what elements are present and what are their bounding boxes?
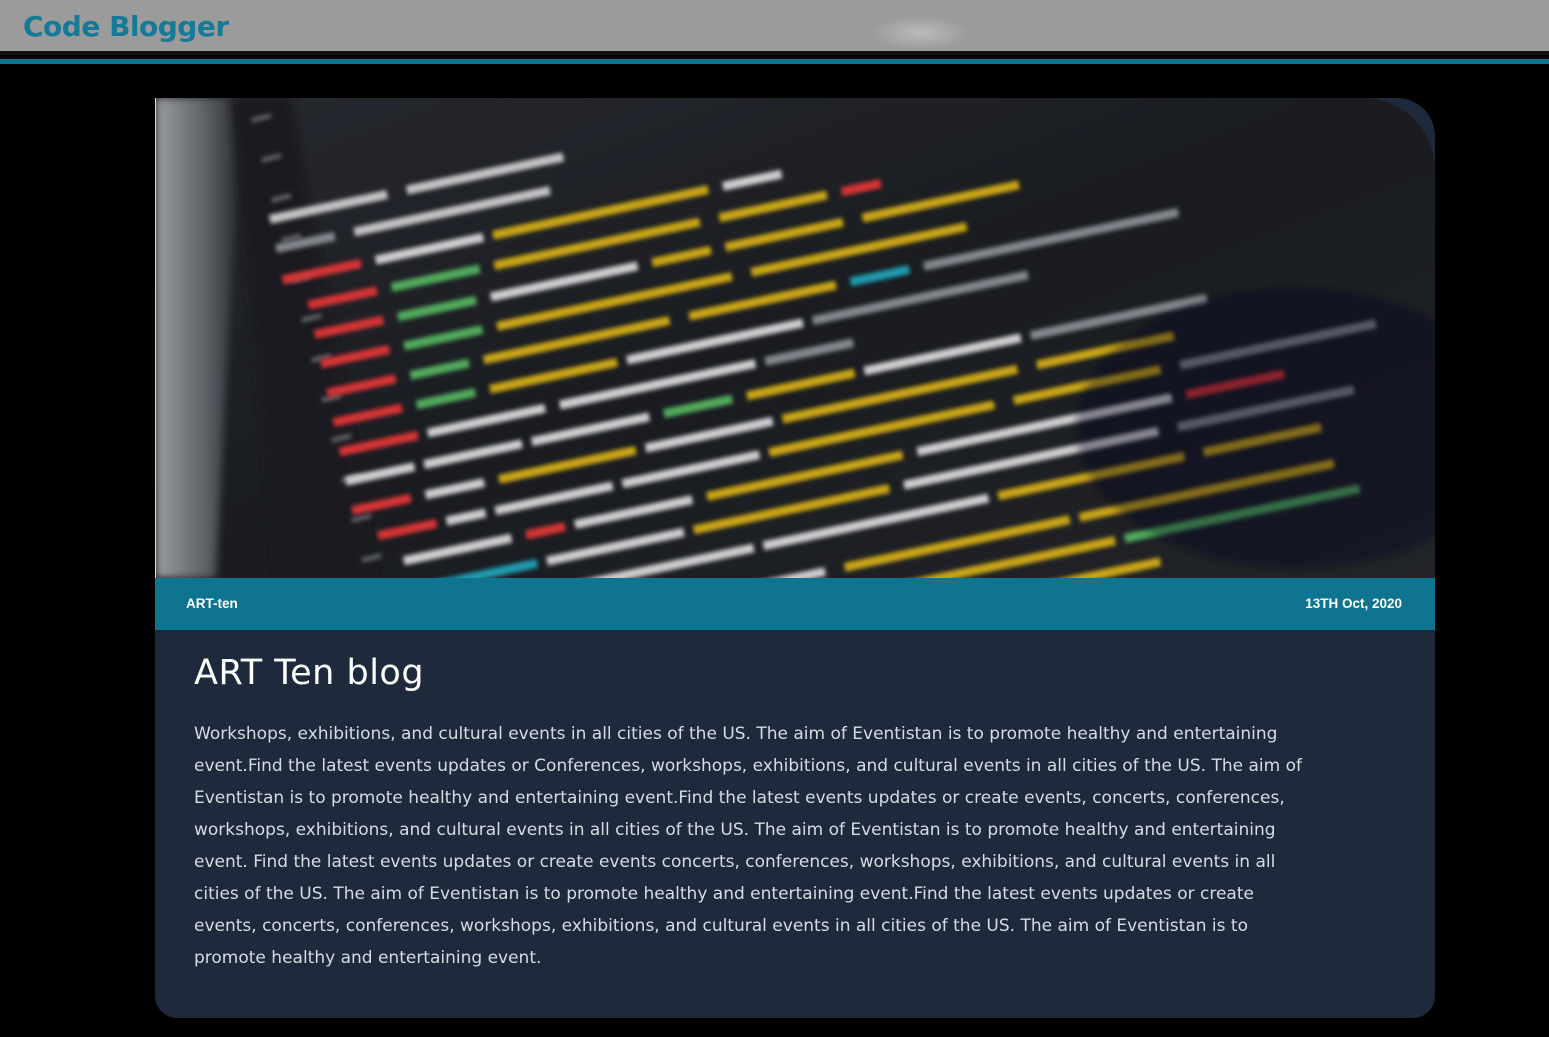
navbar-accent-line [0, 59, 1549, 64]
blog-post-card: ART-ten 13TH Oct, 2020 ART Ten blog Work… [155, 98, 1435, 1018]
top-navbar: Code Blogger [0, 0, 1549, 55]
post-title: ART Ten blog [194, 653, 425, 693]
post-meta-bar: ART-ten 13TH Oct, 2020 [155, 578, 1435, 630]
navbar-glow [870, 16, 970, 50]
brand-logo-link[interactable]: Code Blogger [23, 10, 229, 43]
post-date: 13TH Oct, 2020 [1305, 596, 1402, 611]
post-body: Workshops, exhibitions, and cultural eve… [194, 724, 1302, 968]
hero-image-svg [156, 98, 1435, 578]
code-screenshot-image [155, 98, 1435, 578]
post-tag[interactable]: ART-ten [186, 596, 238, 611]
